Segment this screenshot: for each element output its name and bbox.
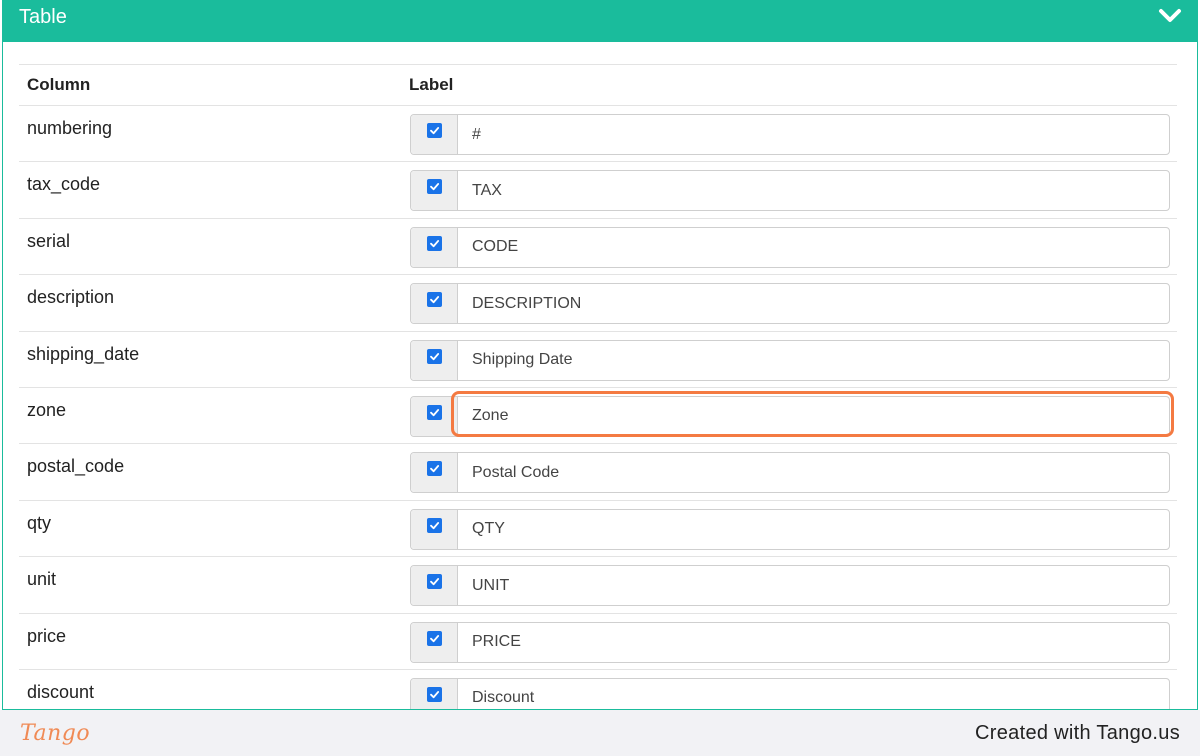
visible-checkbox[interactable]: [426, 630, 442, 646]
column-name: description: [27, 287, 115, 308]
label-input-group: [410, 339, 1170, 381]
checkbox-addon: [411, 509, 458, 549]
chevron-down-icon[interactable]: [1157, 6, 1183, 26]
checkbox-addon: [411, 115, 458, 154]
table-row: postal_code: [19, 444, 1177, 501]
table-row: discount: [19, 670, 1177, 709]
table-header: Column Label: [19, 64, 1177, 106]
visible-checkbox[interactable]: [426, 461, 442, 477]
column-name: numbering: [27, 118, 113, 138]
table-row: shipping_date: [19, 332, 1177, 388]
label-input[interactable]: [458, 566, 1169, 606]
checkbox-addon: [411, 227, 458, 267]
checkbox-addon: [411, 340, 458, 380]
label-input[interactable]: [458, 284, 1169, 324]
table-row: description: [19, 275, 1177, 332]
label-input-group: [410, 677, 1170, 709]
check-icon: [429, 239, 439, 247]
panel-title: Table: [19, 5, 67, 28]
label-input-group: [410, 226, 1170, 268]
visible-checkbox[interactable]: [426, 123, 442, 138]
check-icon: [429, 296, 439, 304]
label-input-group: [410, 283, 1170, 325]
column-name: shipping_date: [27, 343, 140, 364]
column-name: unit: [27, 569, 57, 590]
label-input[interactable]: [458, 227, 1169, 267]
label-input-group: [410, 114, 1170, 155]
label-input[interactable]: [458, 509, 1169, 549]
table-row: unit: [19, 557, 1177, 614]
checkbox-addon: [411, 678, 458, 709]
checkbox-addon: [411, 396, 458, 436]
column-header: Column: [27, 75, 91, 94]
table-row: price: [19, 614, 1177, 670]
table-panel: Table Column Label numbering tax_codeseri…: [2, 0, 1198, 710]
checkbox-addon: [411, 171, 458, 211]
column-name: price: [27, 625, 67, 646]
table-row: tax_code: [19, 162, 1177, 219]
label-input[interactable]: [458, 340, 1169, 380]
check-icon: [429, 127, 439, 135]
label-input[interactable]: [458, 115, 1169, 154]
checkbox-addon: [411, 284, 458, 324]
table-row: serial: [19, 219, 1177, 276]
label-input[interactable]: [458, 453, 1169, 493]
visible-checkbox[interactable]: [426, 235, 442, 251]
visible-checkbox[interactable]: [426, 517, 442, 533]
label-input[interactable]: [458, 622, 1169, 662]
table-body: numbering tax_codeserial description shippi…: [19, 106, 1177, 709]
column-name: qty: [27, 512, 52, 533]
column-name: zone: [27, 399, 67, 420]
check-icon: [429, 634, 439, 642]
tango-logo: Tango: [20, 720, 91, 746]
visible-checkbox[interactable]: [426, 404, 442, 420]
visible-checkbox[interactable]: [426, 686, 442, 702]
check-icon: [429, 578, 439, 586]
check-icon: [429, 183, 439, 191]
tango-credit: Created with Tango.us: [975, 721, 1180, 744]
column-name: postal_code: [27, 456, 125, 477]
label-input-group: [410, 170, 1170, 212]
footer: Tango Created with Tango.us: [0, 710, 1200, 756]
label-input-group: [410, 452, 1170, 494]
visible-checkbox[interactable]: [426, 179, 442, 195]
check-icon: [429, 352, 439, 360]
check-icon: [429, 465, 439, 473]
label-input-group: [410, 565, 1170, 607]
label-input-group: [410, 621, 1170, 663]
visible-checkbox[interactable]: [426, 574, 442, 590]
check-icon: [429, 521, 439, 529]
column-name: discount: [27, 681, 95, 702]
checkbox-addon: [411, 566, 458, 606]
check-icon: [429, 690, 439, 699]
label-header: Label: [409, 75, 454, 94]
columns-table: Column Label numbering tax_codeserial desc…: [19, 64, 1177, 709]
label-input-group: [410, 508, 1170, 550]
label-input[interactable]: [458, 171, 1169, 211]
visible-checkbox[interactable]: [426, 348, 442, 364]
table-row: numbering: [19, 106, 1177, 163]
column-name: tax_code: [27, 174, 101, 195]
checkbox-addon: [411, 622, 458, 662]
visible-checkbox[interactable]: [426, 292, 442, 308]
check-icon: [429, 408, 439, 417]
table-row: zone: [19, 388, 1177, 445]
checkbox-addon: [411, 453, 458, 493]
label-input[interactable]: [458, 396, 1169, 436]
column-name: serial: [27, 230, 71, 251]
table-row: qty: [19, 501, 1177, 558]
label-input-group: [410, 390, 1174, 437]
panel-header[interactable]: Table: [3, 0, 1197, 42]
label-input[interactable]: [458, 678, 1169, 709]
